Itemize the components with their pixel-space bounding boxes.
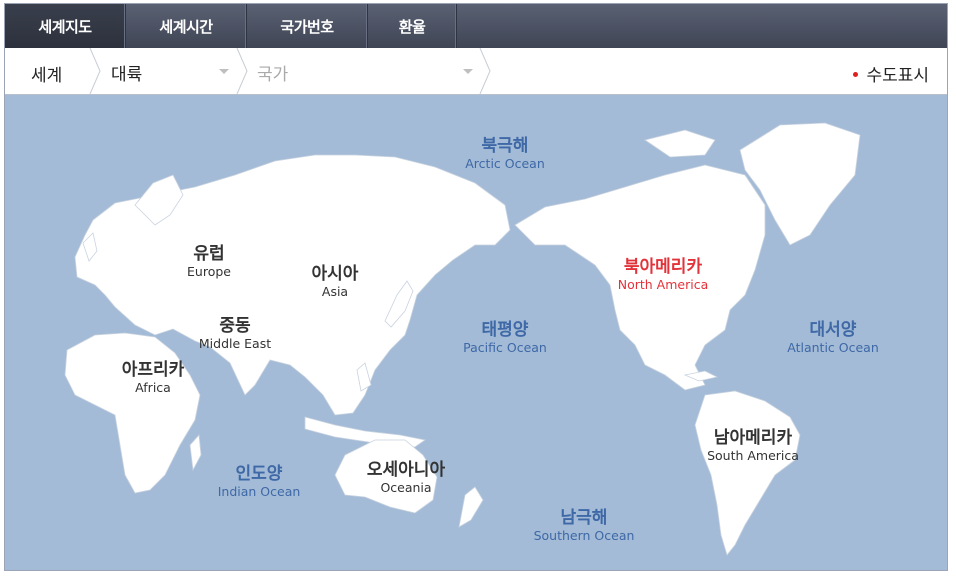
world-map-widget: 세계지도 세계시간 국가번호 환율 세계 대륙 국가 수도표시 유럽 Europ… (4, 3, 948, 571)
label-southern-ocean: 남극해 Southern Ocean (533, 508, 635, 543)
breadcrumb-world[interactable]: 세계 (31, 61, 62, 86)
label-asia[interactable]: 아시아 Asia (295, 264, 375, 299)
new-zealand-islands[interactable] (458, 486, 484, 528)
continent-select-value: 대륙 (111, 65, 143, 85)
breadcrumb-separator-icon (479, 48, 491, 94)
breadcrumb-separator-icon (89, 48, 101, 94)
tab-country-code[interactable]: 국가번호 (247, 4, 368, 48)
country-select[interactable]: 국가 (257, 60, 479, 85)
breadcrumb: 세계 대륙 국가 수도표시 (5, 48, 947, 95)
arctic-islands[interactable] (644, 129, 716, 158)
label-arctic-ocean: 북극해 Arctic Ocean (465, 136, 545, 171)
label-oceania[interactable]: 오세아니아 Oceania (351, 460, 461, 495)
tab-bar: 세계지도 세계시간 국가번호 환율 (5, 4, 947, 48)
south-america-landmass[interactable] (694, 390, 801, 556)
continent-select[interactable]: 대륙 (111, 60, 235, 85)
world-map: 유럽 Europe 아시아 Asia 중동 Middle East 아프리카 Afric… (5, 95, 947, 570)
label-atlantic-ocean: 대서양 Atlantic Ocean (787, 320, 879, 355)
show-capitals-label: 수도표시 (866, 66, 929, 86)
country-select-value: 국가 (257, 65, 289, 85)
chevron-down-icon (219, 69, 229, 74)
chevron-down-icon (463, 69, 473, 74)
label-pacific-ocean: 태평양 Pacific Ocean (463, 320, 547, 355)
africa-landmass[interactable] (64, 332, 201, 494)
label-middle-east[interactable]: 중동 Middle East (185, 316, 285, 351)
label-indian-ocean: 인도양 Indian Ocean (217, 464, 301, 499)
tab-exchange-rate[interactable]: 환율 (368, 4, 457, 48)
tab-world-map[interactable]: 세계지도 (5, 4, 126, 48)
label-south-america[interactable]: 남아메리카 South America (693, 428, 813, 463)
red-dot-icon (853, 71, 859, 77)
breadcrumb-separator-icon (236, 48, 248, 94)
label-europe[interactable]: 유럽 Europe (173, 244, 245, 279)
show-capitals-toggle[interactable]: 수도표시 (853, 61, 929, 86)
label-africa[interactable]: 아프리카 Africa (105, 360, 201, 395)
label-north-america[interactable]: 북아메리카 North America (603, 257, 723, 292)
tab-world-time[interactable]: 세계시간 (126, 4, 247, 48)
madagascar-island[interactable] (189, 434, 202, 472)
